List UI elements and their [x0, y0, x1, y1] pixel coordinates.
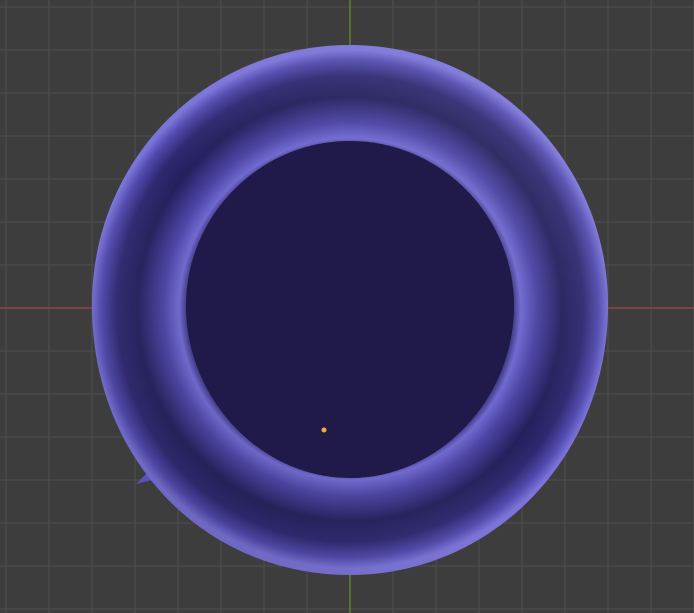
viewport-canvas[interactable]: [0, 0, 694, 613]
torus-inner-face: [186, 141, 514, 478]
torus-object[interactable]: [92, 45, 608, 575]
3d-viewport[interactable]: [0, 0, 694, 613]
object-origin-point[interactable]: [320, 426, 328, 434]
